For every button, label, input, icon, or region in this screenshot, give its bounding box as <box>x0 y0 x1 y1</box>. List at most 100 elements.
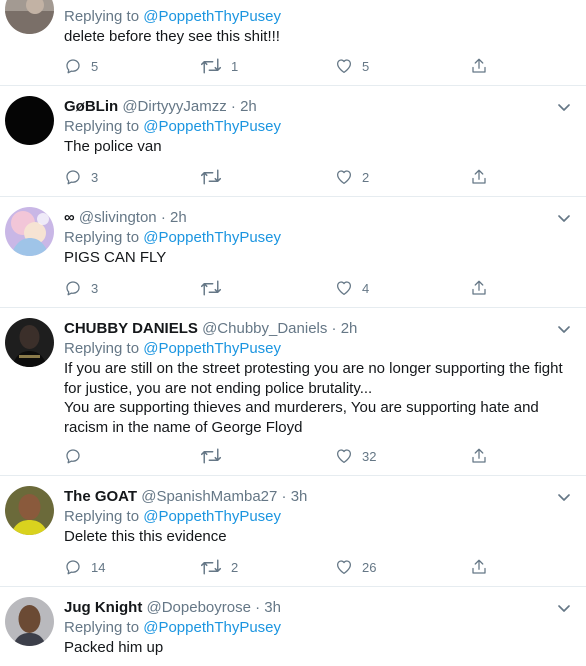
tweet-actions: 3 4 <box>64 278 504 298</box>
reply-icon <box>66 170 80 185</box>
reply-button[interactable]: 5 <box>64 56 98 76</box>
mention-link[interactable]: @PoppethThyPusey <box>143 619 281 636</box>
timestamp[interactable]: 2h <box>341 320 358 337</box>
share-button[interactable] <box>470 278 488 298</box>
like-button[interactable]: 2 <box>335 167 369 187</box>
tweet-text-line: racism in the name of George Floyd <box>64 418 303 436</box>
tweet-text-line: PIGS CAN FLY <box>64 249 167 266</box>
replying-to-label: Replying to <box>64 619 140 636</box>
share-button[interactable] <box>470 446 488 466</box>
like-icon <box>336 449 352 464</box>
tweet[interactable]: GøBLin @DirtyyyJamzz · 2h Replying to @P… <box>0 86 586 197</box>
display-name[interactable]: Jug Knight <box>64 599 142 616</box>
tweet-text-line: Delete this this evidence <box>64 528 227 545</box>
retweet-button[interactable] <box>200 446 231 466</box>
tweet[interactable]: Jug Knight @Dopeboyrose · 3h Replying to… <box>0 587 586 666</box>
share-icon <box>472 559 486 574</box>
avatar[interactable] <box>5 0 54 34</box>
tweet-actions: 3 2 <box>64 167 504 187</box>
share-button[interactable] <box>470 557 488 577</box>
user-handle[interactable]: @SpanishMamba27 <box>141 488 277 505</box>
replying-to-label: Replying to <box>64 118 140 135</box>
chevron-down-icon[interactable] <box>556 489 572 505</box>
avatar[interactable] <box>5 486 54 535</box>
tweet[interactable]: ∞ @slivington · 2h Replying to @PoppethT… <box>0 197 586 308</box>
timestamp[interactable]: 2h <box>240 98 257 115</box>
tweet-header: The GOAT @SpanishMamba27 · 3h <box>64 487 307 506</box>
like-icon <box>336 281 352 296</box>
share-button[interactable] <box>470 56 488 76</box>
like-button[interactable]: 5 <box>335 56 369 76</box>
replying-to: Replying to @PoppethThyPusey <box>64 339 281 358</box>
reply-icon <box>66 560 80 575</box>
mention-link[interactable]: @PoppethThyPusey <box>143 340 281 357</box>
reply-icon <box>66 59 80 74</box>
like-count: 4 <box>362 280 370 296</box>
timestamp[interactable]: 3h <box>291 488 308 505</box>
like-button[interactable]: 26 <box>335 557 376 577</box>
avatar[interactable] <box>5 96 54 145</box>
reply-button[interactable]: 3 <box>64 167 98 187</box>
chevron-down-icon[interactable] <box>556 600 572 616</box>
mention-link[interactable]: @PoppethThyPusey <box>143 508 281 525</box>
like-button[interactable]: 32 <box>335 446 376 466</box>
like-icon <box>336 560 352 575</box>
tweet-text: PIGS CAN FLY <box>64 248 579 268</box>
user-handle[interactable]: @Dopeboyrose <box>147 599 251 616</box>
user-handle[interactable]: @Chubby_Daniels <box>202 320 327 337</box>
display-name[interactable]: GøBLin <box>64 98 118 115</box>
timestamp[interactable]: 3h <box>264 599 281 616</box>
tweet-text: If you are still on the street protestin… <box>64 359 579 437</box>
timestamp[interactable]: 2h <box>170 209 187 226</box>
like-count: 5 <box>362 58 370 74</box>
display-name[interactable]: CHUBBY DANIELS <box>64 320 198 337</box>
avatar[interactable] <box>5 207 54 256</box>
replying-to: Replying to @PoppethThyPusey <box>64 618 281 637</box>
reply-button[interactable]: 3 <box>64 278 98 298</box>
like-button[interactable]: 4 <box>335 278 369 298</box>
tweet-text: The police van <box>64 137 579 157</box>
tweet-text-line: Packed him up <box>64 639 164 656</box>
chevron-down-icon[interactable] <box>556 210 572 226</box>
tweet-actions: 14 2 26 <box>64 557 504 577</box>
avatar[interactable] <box>5 597 54 646</box>
tweet-header: Jug Knight @Dopeboyrose · 3h <box>64 598 281 617</box>
tweet[interactable]: The GOAT @SpanishMamba27 · 3h Replying t… <box>0 476 586 587</box>
reply-count: 3 <box>91 169 99 185</box>
reply-button[interactable] <box>64 446 91 466</box>
avatar[interactable] <box>5 318 54 367</box>
tweet-header: CHUBBY DANIELS @Chubby_Daniels · 2h <box>64 319 357 338</box>
retweet-button[interactable]: 1 <box>200 56 238 76</box>
reply-count: 3 <box>91 280 99 296</box>
mention-link[interactable]: @PoppethThyPusey <box>143 229 281 246</box>
like-icon <box>336 170 352 185</box>
replying-to: Replying to @PoppethThyPusey <box>64 228 281 247</box>
separator-dot: · <box>160 209 166 226</box>
like-icon <box>336 59 352 74</box>
mention-link[interactable]: @PoppethThyPusey <box>143 8 281 25</box>
tweet[interactable]: Replying to @PoppethThyPusey delete befo… <box>0 0 586 86</box>
mention-link[interactable]: @PoppethThyPusey <box>143 118 281 135</box>
separator-dot: · <box>331 320 337 337</box>
chevron-down-icon[interactable] <box>556 321 572 337</box>
like-count: 26 <box>362 559 377 575</box>
tweet-text: Delete this this evidence <box>64 527 579 547</box>
reply-button[interactable]: 14 <box>64 557 105 577</box>
reply-count: 14 <box>91 559 106 575</box>
share-icon <box>472 58 486 73</box>
display-name[interactable]: ∞ <box>64 209 75 226</box>
user-handle[interactable]: @slivington <box>79 209 157 226</box>
user-handle[interactable]: @DirtyyyJamzz <box>122 98 226 115</box>
retweet-button[interactable]: 2 <box>200 557 238 577</box>
retweet-button[interactable] <box>200 167 231 187</box>
retweet-icon <box>200 280 222 296</box>
retweet-icon <box>200 169 222 185</box>
retweet-button[interactable] <box>200 278 231 298</box>
replying-to-label: Replying to <box>64 229 140 246</box>
reply-feed: Replying to @PoppethThyPusey delete befo… <box>0 0 586 666</box>
share-button[interactable] <box>470 167 488 187</box>
retweet-icon <box>200 559 222 575</box>
display-name[interactable]: The GOAT <box>64 488 137 505</box>
tweet[interactable]: CHUBBY DANIELS @Chubby_Daniels · 2h Repl… <box>0 308 586 476</box>
chevron-down-icon[interactable] <box>556 99 572 115</box>
